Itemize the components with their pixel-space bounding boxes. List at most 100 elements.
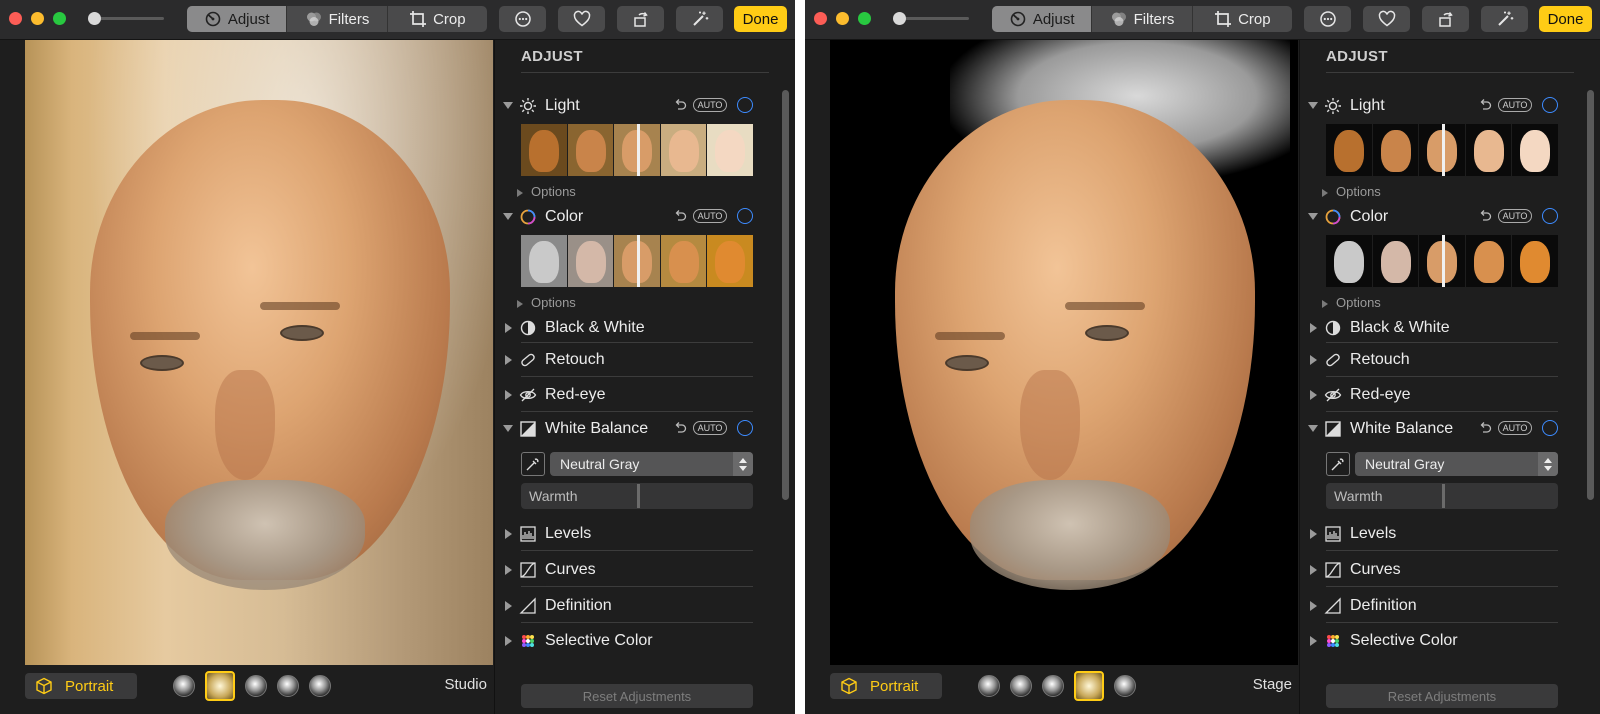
thumbnail-preview[interactable] <box>1512 235 1558 287</box>
color-thumbnail-strip[interactable] <box>1326 235 1558 287</box>
portrait-toggle-button[interactable]: Portrait <box>25 673 137 699</box>
color-auto-button[interactable]: AUTO <box>1498 209 1532 223</box>
disclosure-open-icon[interactable] <box>503 425 513 432</box>
white-balance-enable-toggle[interactable] <box>1542 420 1558 436</box>
lighting-preset-button[interactable] <box>245 675 267 697</box>
light-thumbnail-strip[interactable] <box>521 124 753 176</box>
eyedropper-button[interactable] <box>1326 452 1350 476</box>
tab-adjust[interactable]: Adjust <box>187 6 288 32</box>
section-color[interactable]: Color AUTO <box>495 203 775 231</box>
disclosure-closed-icon[interactable] <box>1310 390 1317 400</box>
thumbnail-preview[interactable] <box>660 235 707 287</box>
portrait-toggle-button[interactable]: Portrait <box>830 673 942 699</box>
disclosure-closed-icon[interactable] <box>505 636 512 646</box>
thumbnail-preview[interactable] <box>1465 235 1512 287</box>
thumbnail-preview[interactable] <box>1512 124 1558 176</box>
zoom-slider-knob[interactable] <box>893 12 906 25</box>
revert-icon[interactable] <box>1478 209 1492 223</box>
panel-scrollbar[interactable] <box>782 90 789 500</box>
thumbnail-preview[interactable] <box>567 235 614 287</box>
light-auto-button[interactable]: AUTO <box>693 98 727 112</box>
light-options-disclosure[interactable]: Options <box>517 184 576 199</box>
rotate-button[interactable] <box>617 6 664 32</box>
section-levels[interactable]: Levels <box>1300 520 1580 548</box>
revert-icon[interactable] <box>673 209 687 223</box>
light-auto-button[interactable]: AUTO <box>1498 98 1532 112</box>
lighting-preset-button[interactable] <box>1114 675 1136 697</box>
section-color[interactable]: Color AUTO <box>1300 203 1580 231</box>
disclosure-closed-icon[interactable] <box>1310 529 1317 539</box>
color-enable-toggle[interactable] <box>1542 208 1558 224</box>
section-curves[interactable]: Curves <box>1300 556 1580 584</box>
thumbnail-preview[interactable] <box>1326 235 1372 287</box>
disclosure-closed-icon[interactable] <box>1310 323 1317 333</box>
disclosure-closed-icon[interactable] <box>505 565 512 575</box>
thumbnail-preview[interactable] <box>1372 235 1419 287</box>
revert-icon[interactable] <box>673 98 687 112</box>
warmth-slider-knob[interactable] <box>1442 484 1445 508</box>
eyedropper-button[interactable] <box>521 452 545 476</box>
minimize-window-button[interactable] <box>836 12 849 25</box>
thumbnail-scrubber[interactable] <box>637 235 640 287</box>
white-balance-auto-button[interactable]: AUTO <box>1498 421 1532 435</box>
disclosure-closed-icon[interactable] <box>505 529 512 539</box>
lighting-preset-button[interactable] <box>1010 675 1032 697</box>
section-light[interactable]: Light AUTO <box>495 92 775 120</box>
more-options-button[interactable] <box>499 6 546 32</box>
thumbnail-scrubber[interactable] <box>1442 124 1445 176</box>
lighting-preset-button[interactable] <box>1042 675 1064 697</box>
warmth-slider-knob[interactable] <box>637 484 640 508</box>
thumbnail-preview[interactable] <box>567 124 614 176</box>
disclosure-closed-icon[interactable] <box>505 601 512 611</box>
revert-icon[interactable] <box>673 421 687 435</box>
favorite-button[interactable] <box>1363 6 1410 32</box>
tab-crop[interactable]: Crop <box>388 6 487 32</box>
done-button[interactable]: Done <box>734 6 787 32</box>
disclosure-closed-icon[interactable] <box>1310 355 1317 365</box>
auto-enhance-button[interactable] <box>676 6 723 32</box>
thumbnail-preview[interactable] <box>660 124 707 176</box>
color-options-disclosure[interactable]: Options <box>1322 295 1381 310</box>
lighting-preset-button[interactable] <box>1074 671 1104 701</box>
light-enable-toggle[interactable] <box>737 97 753 113</box>
favorite-button[interactable] <box>558 6 605 32</box>
thumbnail-preview[interactable] <box>707 235 753 287</box>
tab-crop[interactable]: Crop <box>1193 6 1292 32</box>
minimize-window-button[interactable] <box>31 12 44 25</box>
thumbnail-preview[interactable] <box>521 124 567 176</box>
more-options-button[interactable] <box>1304 6 1351 32</box>
close-window-button[interactable] <box>814 12 827 25</box>
tab-filters[interactable]: Filters <box>1092 6 1193 32</box>
tab-filters[interactable]: Filters <box>287 6 388 32</box>
disclosure-closed-icon[interactable] <box>505 355 512 365</box>
section-retouch[interactable]: Retouch <box>495 346 775 374</box>
lighting-preset-button[interactable] <box>173 675 195 697</box>
zoom-slider-track[interactable] <box>92 17 164 20</box>
thumbnail-preview[interactable] <box>1465 124 1512 176</box>
warmth-slider[interactable]: Warmth <box>1326 483 1558 509</box>
disclosure-closed-icon[interactable] <box>505 323 512 333</box>
section-levels[interactable]: Levels <box>495 520 775 548</box>
section-white-balance[interactable]: White Balance AUTO <box>1300 415 1580 443</box>
revert-icon[interactable] <box>1478 98 1492 112</box>
thumbnail-preview[interactable] <box>1326 124 1372 176</box>
disclosure-closed-icon[interactable] <box>1310 601 1317 611</box>
disclosure-open-icon[interactable] <box>1308 425 1318 432</box>
section-selective-color[interactable]: Selective Color <box>1300 627 1580 655</box>
section-red-eye[interactable]: Red-eye <box>495 381 775 409</box>
white-balance-auto-button[interactable]: AUTO <box>693 421 727 435</box>
warmth-slider[interactable]: Warmth <box>521 483 753 509</box>
color-options-disclosure[interactable]: Options <box>517 295 576 310</box>
thumbnail-scrubber[interactable] <box>637 124 640 176</box>
white-balance-enable-toggle[interactable] <box>737 420 753 436</box>
light-enable-toggle[interactable] <box>1542 97 1558 113</box>
color-enable-toggle[interactable] <box>737 208 753 224</box>
section-selective-color[interactable]: Selective Color <box>495 627 775 655</box>
light-options-disclosure[interactable]: Options <box>1322 184 1381 199</box>
lighting-preset-button[interactable] <box>277 675 299 697</box>
section-definition[interactable]: Definition <box>1300 592 1580 620</box>
thumbnail-preview[interactable] <box>521 235 567 287</box>
section-retouch[interactable]: Retouch <box>1300 346 1580 374</box>
section-light[interactable]: Light AUTO <box>1300 92 1580 120</box>
white-balance-mode-select[interactable]: Neutral Gray <box>550 452 753 476</box>
